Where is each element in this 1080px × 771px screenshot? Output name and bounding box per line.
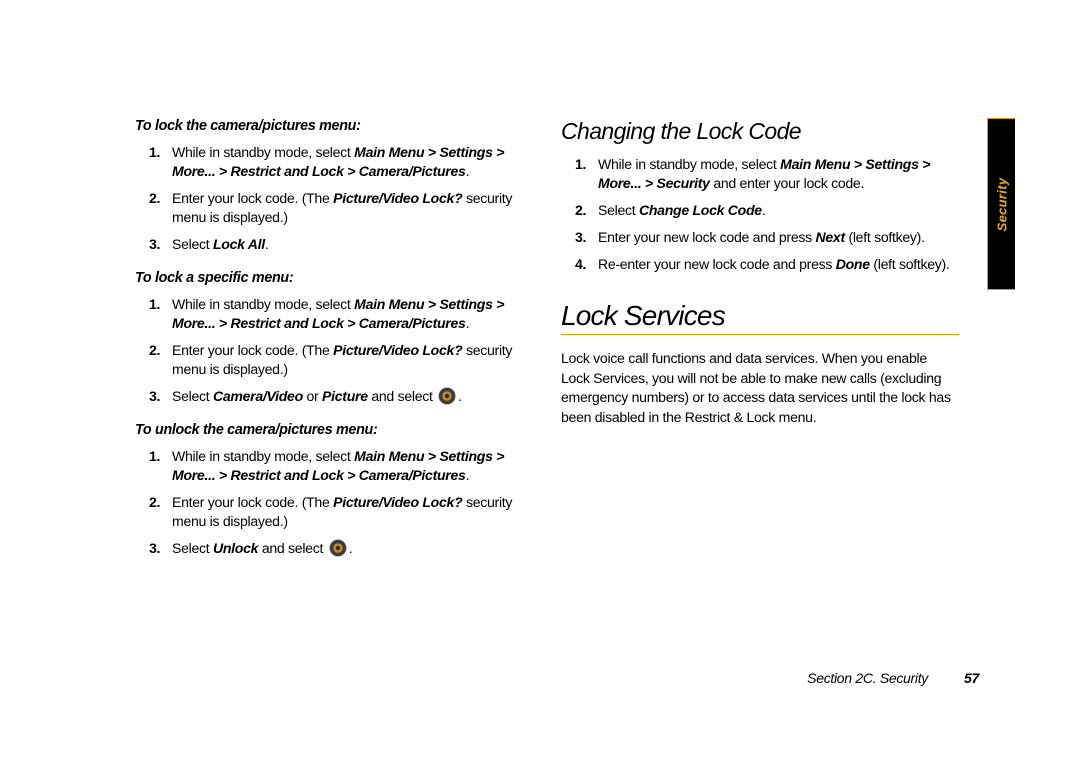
- tab-label: Security: [994, 177, 1009, 231]
- step-item: 2.Enter your lock code. (The Picture/Vid…: [135, 341, 533, 379]
- step-item: 1.While in standby mode, select Main Men…: [135, 143, 533, 181]
- step-item: 2.Enter your lock code. (The Picture/Vid…: [135, 189, 533, 227]
- step-item: 1.While in standby mode, select Main Men…: [135, 295, 533, 333]
- step-item: 1.While in standby mode, select Main Men…: [135, 447, 533, 485]
- page-number: 57: [964, 670, 979, 686]
- step-item: 4.Re-enter your new lock code and press …: [561, 255, 959, 274]
- ok-button-icon: [329, 539, 347, 557]
- task-heading: To unlock the camera/pictures menu:: [135, 422, 533, 438]
- steps-list: 1.While in standby mode, select Main Men…: [135, 295, 533, 406]
- section-tab: Security: [987, 118, 1015, 290]
- task-heading: To lock a specific menu:: [135, 270, 533, 286]
- step-item: 2.Enter your lock code. (The Picture/Vid…: [135, 493, 533, 531]
- step-item: 1.While in standby mode, select Main Men…: [561, 155, 959, 193]
- step-item: 3.Select Unlock and select .: [135, 539, 533, 558]
- right-column: Changing the Lock Code 1.While in standb…: [561, 118, 959, 688]
- step-item: 2.Select Change Lock Code.: [561, 201, 959, 220]
- footer-section: Section 2C. Security: [807, 670, 928, 686]
- body-paragraph: Lock voice call functions and data servi…: [561, 349, 959, 427]
- step-item: 3.Enter your new lock code and press Nex…: [561, 228, 959, 247]
- divider: [561, 334, 959, 335]
- section-heading: Changing the Lock Code: [561, 118, 959, 145]
- section-title: Lock Services: [561, 300, 959, 332]
- page-footer: Section 2C. Security 57: [807, 670, 979, 686]
- steps-list: 1.While in standby mode, select Main Men…: [135, 143, 533, 254]
- task-heading: To lock the camera/pictures menu:: [135, 118, 533, 134]
- step-item: 3.Select Camera/Video or Picture and sel…: [135, 387, 533, 406]
- steps-list: 1.While in standby mode, select Main Men…: [561, 155, 959, 274]
- page-content: To lock the camera/pictures menu: 1.Whil…: [135, 118, 983, 688]
- ok-button-icon: [438, 387, 456, 405]
- steps-list: 1.While in standby mode, select Main Men…: [135, 447, 533, 558]
- step-item: 3.Select Lock All.: [135, 235, 533, 254]
- left-column: To lock the camera/pictures menu: 1.Whil…: [135, 118, 533, 688]
